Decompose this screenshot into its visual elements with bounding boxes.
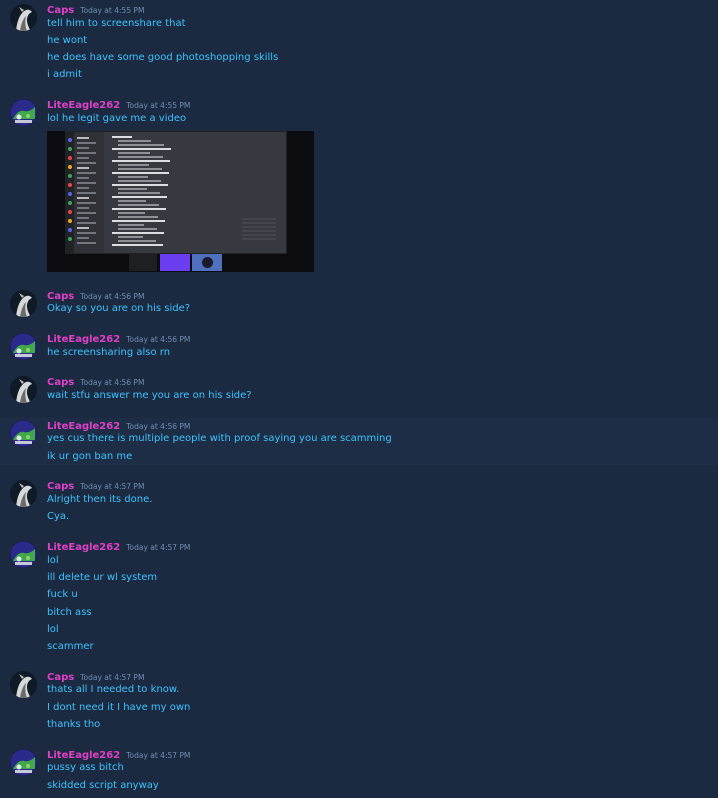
message-timestamp: Today at 4:57 PM (126, 543, 191, 552)
message-text: he does have some good photoshopping ski… (47, 52, 279, 63)
username[interactable]: Caps (47, 291, 74, 302)
caps-avatar-icon[interactable] (10, 480, 37, 507)
message-header: Caps Today at 4:57 PM (47, 480, 144, 493)
stream-preview-tile (160, 254, 190, 271)
message-header: Caps Today at 4:55 PM (47, 4, 144, 17)
caps-avatar-icon[interactable] (10, 376, 37, 403)
username[interactable]: Caps (47, 672, 74, 683)
message-text: bitch ass (47, 607, 92, 618)
message-text: lol (47, 555, 59, 566)
message-timestamp: Today at 4:56 PM (126, 422, 191, 431)
message-text: Alright then its done. (47, 494, 153, 505)
liteeagle-avatar-icon[interactable] (10, 541, 37, 568)
message-text: scammer (47, 641, 94, 652)
message-timestamp: Today at 4:57 PM (126, 751, 191, 760)
message-text: pussy ass bitch (47, 762, 124, 773)
caps-avatar-icon[interactable] (10, 4, 37, 31)
screenshot-thumbnail (65, 131, 287, 254)
participant-tile (192, 254, 222, 271)
message-text: I dont need it I have my own (47, 702, 191, 713)
message-text: Cya. (47, 511, 70, 522)
message-text: yes cus there is multiple people with pr… (47, 433, 392, 444)
username[interactable]: Caps (47, 377, 74, 388)
liteeagle-avatar-icon[interactable] (10, 99, 37, 126)
message-text: tell him to screenshare that (47, 18, 186, 29)
message-text: i admit (47, 69, 82, 80)
message-header: LiteEagle262 Today at 4:55 PM (47, 99, 190, 112)
username[interactable]: LiteEagle262 (47, 334, 120, 345)
message-timestamp: Today at 4:55 PM (80, 6, 145, 15)
message-timestamp: Today at 4:57 PM (80, 482, 145, 491)
message-text: fuck u (47, 589, 78, 600)
message-header: Caps Today at 4:56 PM (47, 376, 144, 389)
caps-avatar-icon[interactable] (10, 671, 37, 698)
username[interactable]: LiteEagle262 (47, 542, 120, 553)
username[interactable]: LiteEagle262 (47, 750, 120, 761)
message-text: ik ur gon ban me (47, 451, 133, 462)
liteeagle-avatar-icon[interactable] (10, 749, 37, 776)
username[interactable]: LiteEagle262 (47, 421, 120, 432)
message-text: thats all I needed to know. (47, 684, 180, 695)
message-timestamp: Today at 4:56 PM (126, 335, 191, 344)
message-text: wait stfu answer me you are on his side? (47, 390, 252, 401)
liteeagle-avatar-icon[interactable] (10, 420, 37, 447)
message-timestamp: Today at 4:57 PM (80, 673, 145, 682)
message-text: ill delete ur wl system (47, 572, 158, 583)
username[interactable]: Caps (47, 5, 74, 16)
message-text: Okay so you are on his side? (47, 303, 191, 314)
message-text: lol (47, 624, 59, 635)
chat-messages: Caps Today at 4:55 PM tell him to screensh… (0, 0, 718, 798)
username[interactable]: LiteEagle262 (47, 100, 120, 111)
message-text: he wont (47, 35, 88, 46)
username[interactable]: Caps (47, 481, 74, 492)
message-timestamp: Today at 4:56 PM (80, 292, 145, 301)
message-timestamp: Today at 4:55 PM (126, 101, 191, 110)
message-header: LiteEagle262 Today at 4:56 PM (47, 333, 190, 346)
message-text: thanks tho (47, 719, 101, 730)
message-timestamp: Today at 4:56 PM (80, 378, 145, 387)
video-attachment[interactable] (47, 131, 314, 272)
message-text: skidded script anyway (47, 780, 159, 791)
caps-avatar-icon[interactable] (10, 290, 37, 317)
screenshare-controls (129, 254, 157, 271)
message-text: lol he legit gave me a video (47, 113, 187, 124)
liteeagle-avatar-icon[interactable] (10, 333, 37, 360)
message-header: LiteEagle262 Today at 4:57 PM (47, 541, 190, 554)
message-text: he screensharing also rn (47, 347, 171, 358)
